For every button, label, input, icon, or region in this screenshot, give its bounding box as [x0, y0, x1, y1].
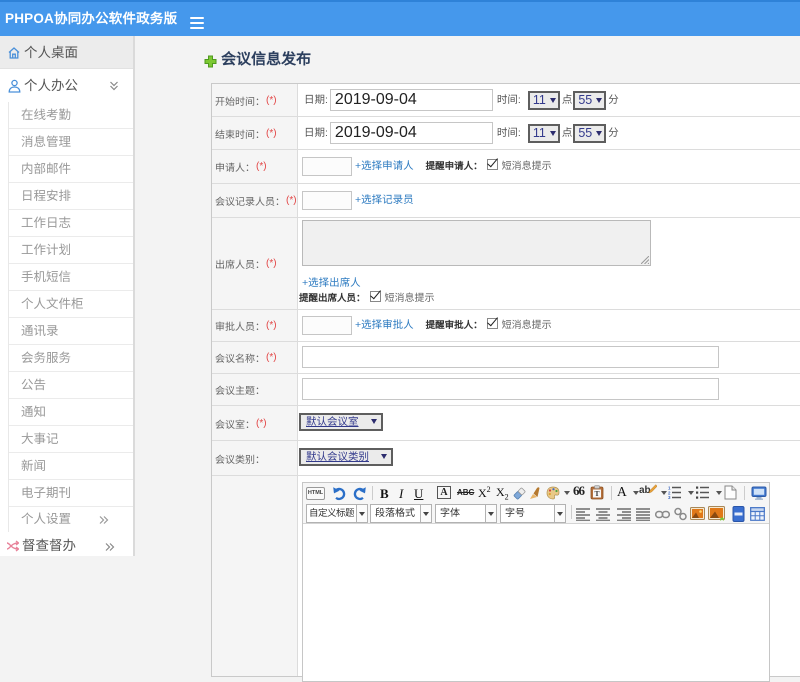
svg-text:3: 3 — [668, 495, 671, 499]
svg-text:T: T — [594, 489, 599, 498]
